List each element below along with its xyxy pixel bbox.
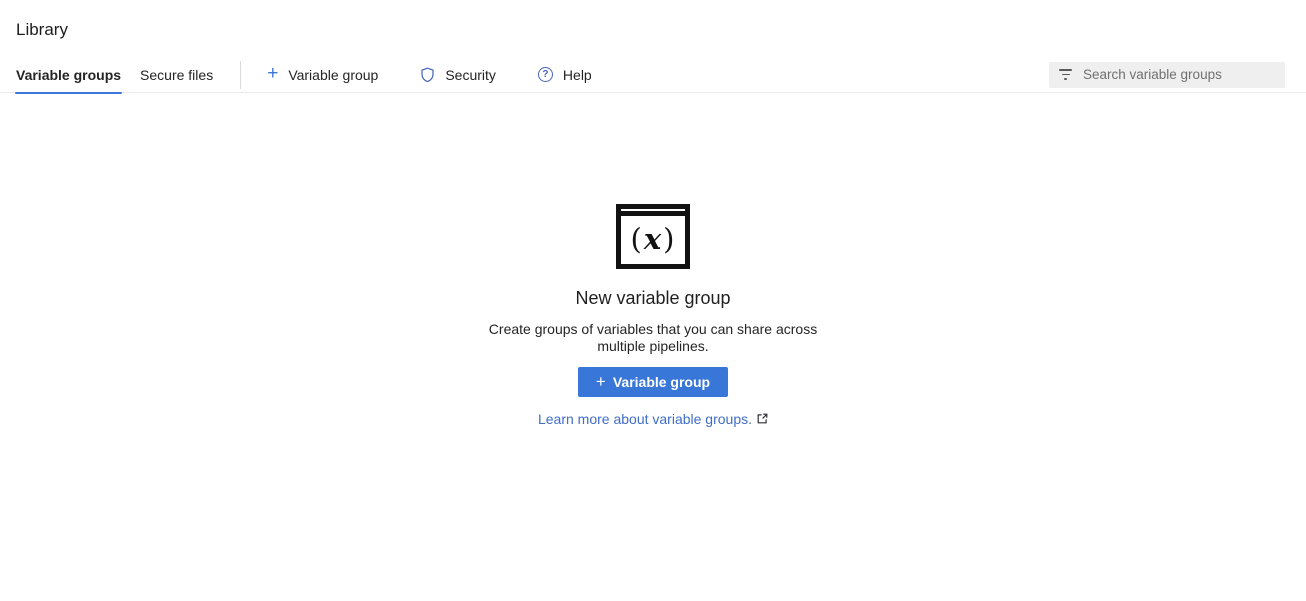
tab-secure-files-label: Secure files: [140, 67, 213, 83]
filter-icon: [1059, 69, 1072, 80]
search-box[interactable]: [1049, 62, 1285, 88]
page-header: Library: [0, 0, 1306, 40]
external-link-icon: [757, 411, 768, 427]
add-variable-group-label: Variable group: [288, 67, 378, 83]
plus-icon: +: [267, 64, 278, 83]
empty-state: ( x ) New variable group Create groups o…: [0, 204, 1306, 427]
tab-secure-files[interactable]: Secure files: [140, 57, 213, 93]
variable-group-icon-glyph: ( x ): [621, 216, 685, 264]
learn-more-link-label: Learn more about variable groups.: [538, 411, 752, 427]
variable-group-icon: ( x ): [616, 204, 690, 269]
glyph-open-paren: (: [631, 225, 643, 254]
help-button[interactable]: ? Help: [536, 63, 594, 87]
tab-variable-groups-label: Variable groups: [16, 67, 121, 83]
empty-state-title: New variable group: [575, 288, 730, 309]
variable-group-primary-button-label: Variable group: [613, 374, 710, 390]
help-question-mark: ?: [542, 70, 548, 80]
tab-variable-groups[interactable]: Variable groups: [16, 57, 121, 93]
search-variable-groups-input[interactable]: [1083, 67, 1275, 82]
security-button[interactable]: Security: [418, 63, 498, 87]
security-label: Security: [445, 67, 496, 83]
empty-state-description: Create groups of variables that you can …: [487, 321, 819, 355]
variable-group-primary-button[interactable]: + Variable group: [578, 367, 728, 397]
learn-more-link[interactable]: Learn more about variable groups.: [538, 410, 768, 427]
glyph-x: x: [644, 225, 662, 254]
help-label: Help: [563, 67, 592, 83]
plus-icon: +: [596, 373, 606, 390]
variable-group-icon-titlebar: [621, 209, 685, 216]
glyph-close-paren: ): [663, 225, 675, 254]
tab-bar: Variable groups Secure files + Variable …: [0, 57, 1306, 93]
help-icon: ?: [538, 67, 553, 82]
toolbar: + Variable group Security ? Help: [265, 62, 594, 87]
toolbar-divider: [240, 61, 241, 89]
add-variable-group-button[interactable]: + Variable group: [265, 62, 380, 87]
shield-icon: [420, 67, 435, 83]
page-title: Library: [16, 20, 1290, 40]
